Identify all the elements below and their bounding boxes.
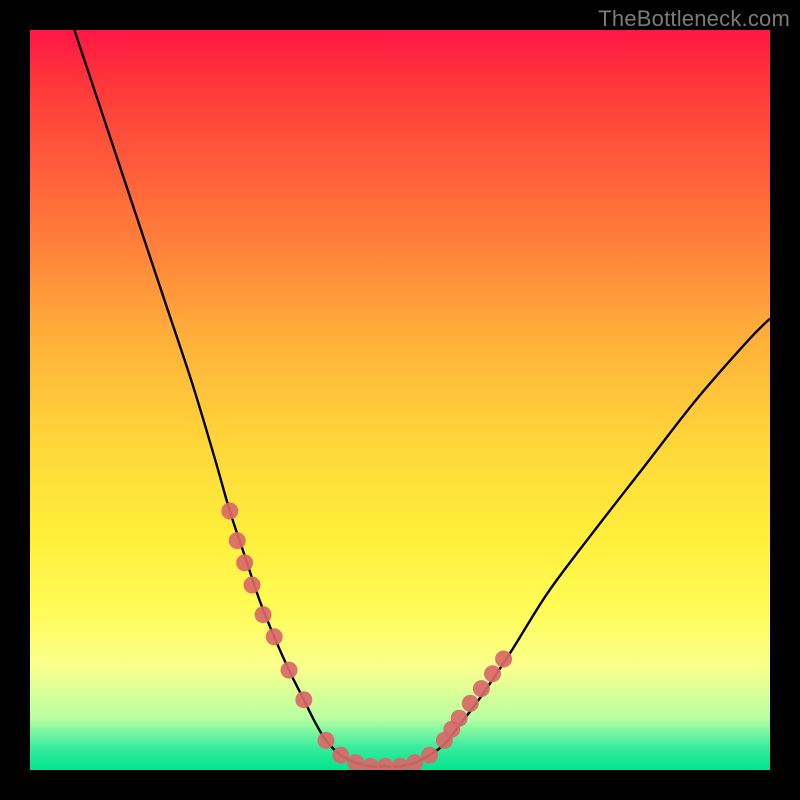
- plot-area: [30, 30, 770, 770]
- data-marker: [255, 606, 272, 623]
- data-marker: [295, 691, 312, 708]
- data-marker: [236, 554, 253, 571]
- data-marker: [421, 747, 438, 764]
- data-marker: [244, 577, 261, 594]
- data-marker: [332, 747, 349, 764]
- data-marker: [221, 503, 238, 520]
- chart-frame: TheBottleneck.com: [0, 0, 800, 800]
- data-marker: [266, 628, 283, 645]
- data-marker: [406, 754, 423, 770]
- data-marker: [377, 758, 394, 770]
- data-marker: [451, 710, 468, 727]
- data-marker: [318, 732, 335, 749]
- watermark-text: TheBottleneck.com: [598, 6, 790, 32]
- data-marker: [362, 758, 379, 770]
- data-marker: [462, 695, 479, 712]
- data-marker: [229, 532, 246, 549]
- data-marker: [473, 680, 490, 697]
- data-marker: [495, 651, 512, 668]
- data-marker: [392, 758, 409, 770]
- marker-group: [221, 503, 512, 771]
- data-marker: [281, 662, 298, 679]
- curve-layer: [30, 30, 770, 770]
- curve-path: [74, 30, 770, 767]
- data-marker: [484, 665, 501, 682]
- data-marker: [347, 754, 364, 770]
